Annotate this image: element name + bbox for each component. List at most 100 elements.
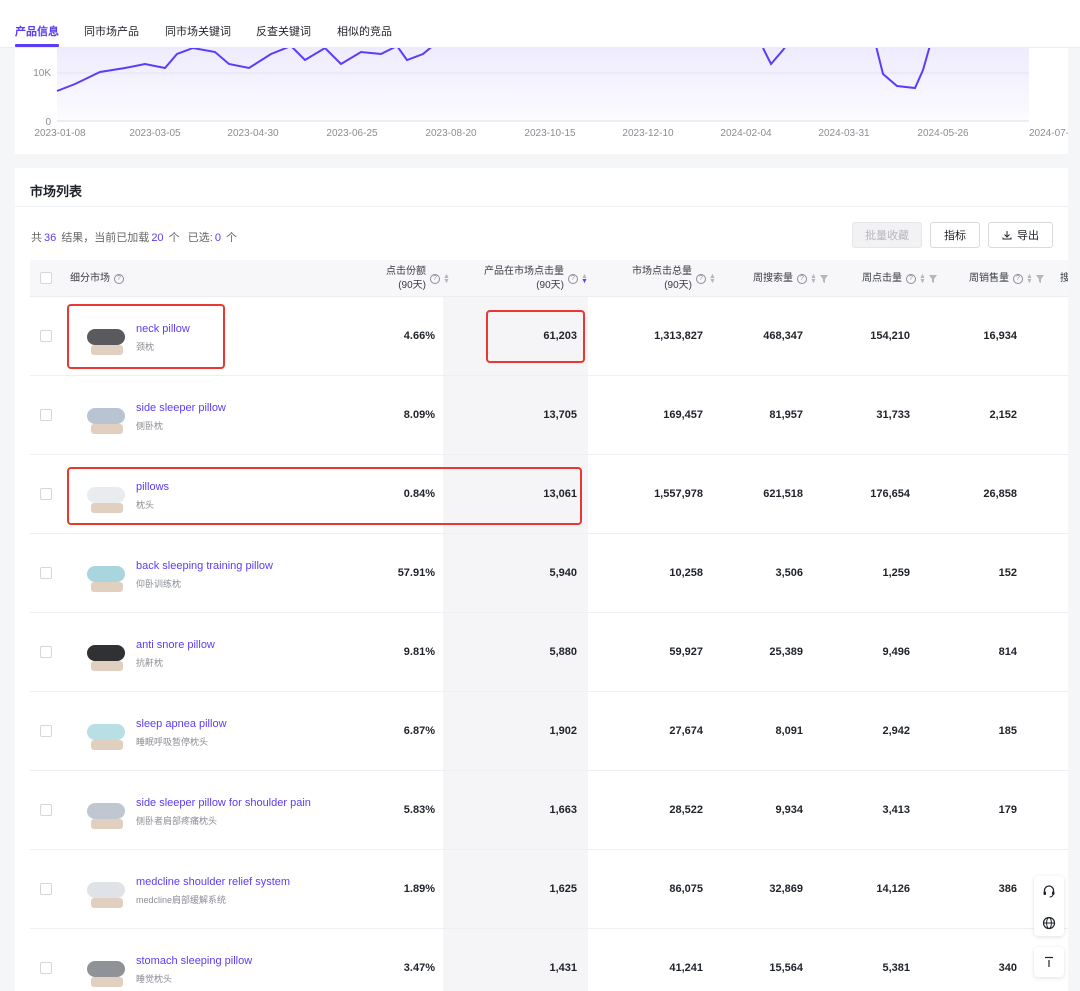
th-extra: 搜: [1060, 260, 1068, 297]
segment-name-link[interactable]: sleep apnea pillow: [136, 718, 227, 730]
tab-product-info[interactable]: 产品信息: [15, 23, 59, 39]
segment-name-link[interactable]: stomach sleeping pillow: [136, 955, 252, 967]
cell-click-share: 1.89%: [403, 883, 435, 895]
summary-selected-label: 已选:: [187, 232, 213, 244]
metrics-button[interactable]: 指标: [930, 222, 980, 248]
segment-name-cn: 睡觉枕头: [136, 974, 173, 984]
help-icon[interactable]: ?: [430, 273, 440, 284]
cell-weekly-clicks: 9,496: [882, 646, 910, 658]
globe-icon[interactable]: [1042, 916, 1056, 930]
select-all-checkbox[interactable]: [40, 272, 52, 284]
cell-weekly-search: 3,506: [775, 567, 803, 579]
sort-icon[interactable]: ▲ ▼: [581, 273, 588, 285]
table-row[interactable]: anti snore pillow 抗鼾枕 9.81% 5,880 59,927 25,3…: [30, 613, 1068, 692]
help-icon[interactable]: ?: [906, 273, 916, 284]
tab-same-market-keywords[interactable]: 同市场关键词: [165, 23, 231, 39]
export-button[interactable]: 导出: [988, 222, 1053, 248]
th-weekly-sales[interactable]: 周销售量 ? ▲ ▼: [947, 260, 1044, 297]
xtick-label: 2023-03-05: [129, 128, 181, 139]
th-weekly-sales-label: 周销售量: [969, 272, 1009, 284]
th-market-clicks-label: 市场点击总量: [632, 265, 692, 277]
row-checkbox[interactable]: [40, 567, 52, 579]
row-checkbox[interactable]: [40, 804, 52, 816]
tab-bar: 产品信息 同市场产品 同市场关键词 反查关键词 相似的竞品: [0, 0, 1080, 48]
th-click-share-label: 点击份额: [386, 265, 426, 277]
x-axis-ticks: 2023-01-08 2023-03-05 2023-04-30 2023-06-25…: [34, 128, 1068, 139]
table-row[interactable]: stomach sleeping pillow 睡觉枕头 3.47% 1,431 41,…: [30, 929, 1068, 991]
filter-icon[interactable]: [929, 274, 937, 283]
xtick-label: 2023-12-10: [622, 128, 674, 139]
th-weekly-search-label: 周搜索量: [753, 272, 793, 284]
batch-collect-button[interactable]: 批量收藏: [852, 222, 922, 248]
th-click-share[interactable]: 点击份额 (90天) ? ▲ ▼: [375, 260, 450, 297]
th-extra-label: 搜: [1060, 272, 1068, 284]
help-icon[interactable]: ?: [696, 273, 706, 284]
sort-icon[interactable]: ▲ ▼: [810, 273, 817, 285]
table-row[interactable]: side sleeper pillow for shoulder pain 侧卧者…: [30, 771, 1068, 850]
cell-market-clicks: 41,241: [669, 962, 703, 974]
segment-thumbnail: [85, 868, 129, 912]
xtick-label: 2024-03-31: [818, 128, 870, 139]
th-product-clicks[interactable]: 产品在市场点击量 (90天) ? ▲ ▼: [460, 260, 588, 297]
th-segment: 细分市场 ?: [70, 260, 124, 297]
help-icon[interactable]: ?: [568, 273, 578, 284]
help-icon[interactable]: ?: [797, 273, 807, 284]
cell-weekly-clicks: 1,259: [882, 567, 910, 579]
segment-name-link[interactable]: side sleeper pillow: [136, 402, 226, 414]
table-row[interactable]: sleep apnea pillow 睡眠呼吸暂停枕头 6.87% 1,902 27,6…: [30, 692, 1068, 771]
cell-weekly-sales: 814: [998, 646, 1017, 658]
sort-icon[interactable]: ▲ ▼: [709, 273, 716, 285]
help-icon[interactable]: ?: [114, 273, 124, 284]
segment-name-link[interactable]: anti snore pillow: [136, 639, 215, 651]
th-market-clicks[interactable]: 市场点击总量 (90天) ? ▲ ▼: [610, 260, 716, 297]
row-checkbox[interactable]: [40, 409, 52, 421]
summary-unit: 个: [168, 232, 180, 244]
segment-name-link[interactable]: side sleeper pillow for shoulder pain: [136, 797, 311, 809]
cell-market-clicks: 59,927: [669, 646, 703, 658]
cell-weekly-clicks: 2,942: [882, 725, 910, 737]
th-weekly-search[interactable]: 周搜索量 ? ▲ ▼: [730, 260, 828, 297]
help-icon[interactable]: ?: [1013, 273, 1023, 284]
tab-similar-competitors[interactable]: 相似的竞品: [337, 23, 392, 39]
th-weekly-clicks[interactable]: 周点击量 ? ▲ ▼: [838, 260, 937, 297]
row-checkbox[interactable]: [40, 646, 52, 658]
cell-weekly-sales: 16,934: [983, 330, 1017, 342]
row-checkbox[interactable]: [40, 725, 52, 737]
headset-icon[interactable]: [1042, 884, 1056, 898]
cell-weekly-search: 9,934: [775, 804, 803, 816]
segment-thumbnail: [85, 631, 129, 675]
row-checkbox[interactable]: [40, 883, 52, 895]
xtick-label: 2024-07-1: [1029, 128, 1068, 139]
row-checkbox[interactable]: [40, 330, 52, 342]
cell-click-share: 5.83%: [403, 804, 435, 816]
segment-name-link[interactable]: medcline shoulder relief system: [136, 876, 290, 888]
filter-icon[interactable]: [1036, 274, 1044, 283]
cell-product-clicks: 5,880: [549, 646, 577, 658]
cell-weekly-sales: 152: [998, 567, 1017, 579]
back-to-top-button[interactable]: [1034, 947, 1064, 977]
th-product-clicks-label: 产品在市场点击量: [484, 265, 564, 277]
sort-icon[interactable]: ▲ ▼: [443, 273, 450, 285]
filter-icon[interactable]: [820, 274, 828, 283]
th-click-share-period: (90天): [398, 279, 426, 291]
xtick-label: 2023-04-30: [227, 128, 279, 139]
row-checkbox[interactable]: [40, 962, 52, 974]
sort-icon[interactable]: ▲ ▼: [1026, 273, 1033, 285]
tab-reverse-keywords[interactable]: 反查关键词: [256, 23, 311, 39]
table-row[interactable]: side sleeper pillow 侧卧枕 8.09% 13,705 169,457…: [30, 376, 1068, 455]
table-header: 细分市场 ? 点击份额 (90天) ? ▲ ▼ 产品在市场点击量 (90天) ? ▲ ▼…: [30, 260, 1068, 297]
segment-thumbnail: [85, 552, 129, 596]
xtick-label: 2024-05-26: [917, 128, 969, 139]
table-row[interactable]: back sleeping training pillow 仰卧训练枕 57.91%…: [30, 534, 1068, 613]
segment-name-link[interactable]: back sleeping training pillow: [136, 560, 273, 572]
tab-same-market-products[interactable]: 同市场产品: [84, 23, 139, 39]
table-row[interactable]: medcline shoulder relief system medcline肩…: [30, 850, 1068, 929]
cell-market-clicks: 86,075: [669, 883, 703, 895]
summary-unit: 个: [226, 232, 237, 244]
floating-toolbar: [1034, 876, 1064, 936]
back-to-top-icon: [1045, 956, 1053, 967]
cell-weekly-sales: 340: [998, 962, 1017, 974]
sort-icon[interactable]: ▲ ▼: [919, 273, 926, 285]
row-checkbox[interactable]: [40, 488, 52, 500]
cell-product-clicks: 1,902: [549, 725, 577, 737]
